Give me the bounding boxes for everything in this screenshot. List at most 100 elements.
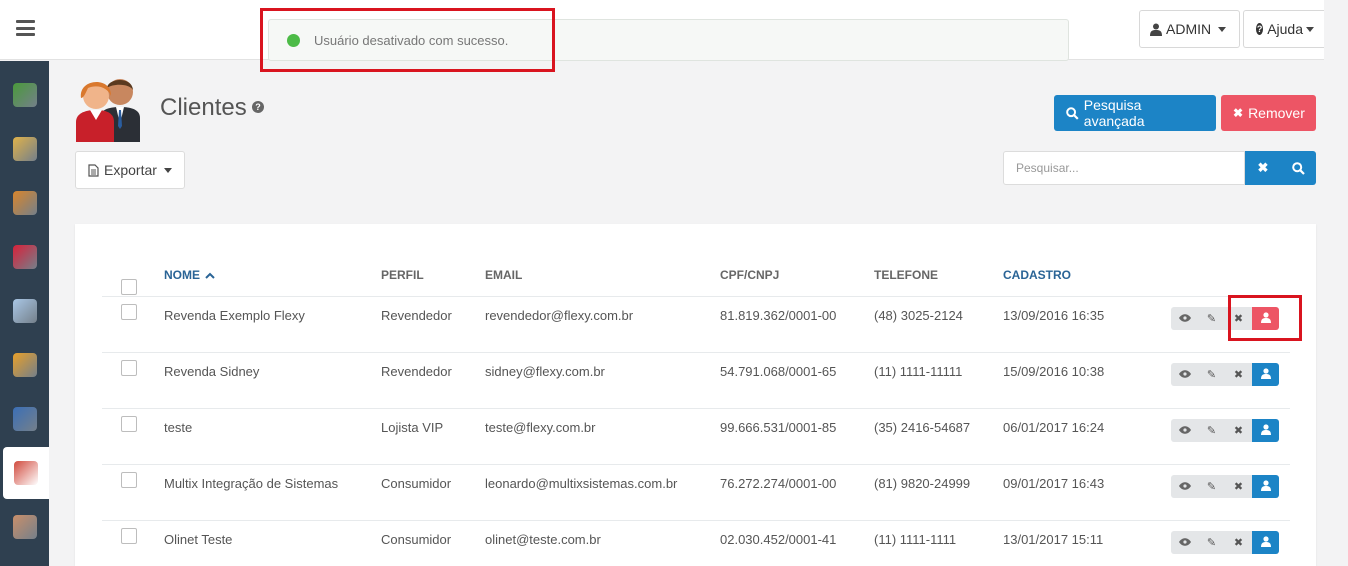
select-all-checkbox[interactable] [121,279,137,295]
header-cpf-cnpj[interactable]: CPF/CNPJ [720,268,779,282]
sidebar-item-clients[interactable] [3,447,49,499]
eye-icon [1178,369,1191,381]
deactivate-user-button[interactable] [1252,475,1279,498]
cell-perfil: Revendedor [381,308,452,323]
discount-icon [12,245,37,269]
export-button[interactable]: Exportar [75,151,185,189]
eye-icon [1178,537,1191,549]
edit-button[interactable]: ✎ [1198,475,1225,498]
cell-nome: Revenda Exemplo Flexy [164,308,305,323]
search-icon [1066,106,1079,120]
pencil-icon: ✎ [1206,537,1217,549]
header-nome[interactable]: NOME [164,268,216,282]
help-menu-button[interactable]: ? Ajuda [1243,10,1324,48]
row-checkbox[interactable] [121,304,137,320]
sidebar-item-payment-card[interactable] [0,285,49,337]
deactivate-user-button[interactable] [1252,531,1279,554]
view-button[interactable] [1171,363,1198,386]
row-checkbox[interactable] [121,360,137,376]
remove-label: Remover [1248,105,1305,121]
sidebar [0,61,49,566]
view-button[interactable] [1171,475,1198,498]
cell-perfil: Consumidor [381,532,452,547]
clear-search-button[interactable]: ✖ [1245,151,1281,185]
eye-icon [1178,425,1191,437]
store-icon [12,137,37,161]
remove-button[interactable]: ✖ Remover [1221,95,1316,131]
row-divider [102,352,1290,353]
sidebar-item-document[interactable] [0,393,49,445]
admin-menu-button[interactable]: ADMIN [1139,10,1240,48]
eye-icon [1178,481,1191,493]
advanced-search-button[interactable]: Pesquisa avançada [1054,95,1216,131]
header-email[interactable]: EMAIL [485,268,522,282]
chevron-down-icon [1306,26,1314,32]
user-icon [12,515,37,539]
view-button[interactable] [1171,531,1198,554]
pencil-icon: ✎ [1206,369,1217,381]
close-icon: ✖ [1233,313,1244,325]
cell-email: leonardo@multixsistemas.com.br [485,476,678,491]
search-icon [1292,161,1305,175]
cell-cadastro: 13/01/2017 15:11 [1003,532,1104,547]
cell-cadastro: 13/09/2016 16:35 [1003,308,1105,323]
view-button[interactable] [1171,419,1198,442]
success-notification: Usuário desativado com sucesso. [268,19,1069,61]
cell-nome: teste [164,420,193,435]
advanced-search-label: Pesquisa avançada [1083,97,1145,129]
menu-toggle-icon[interactable] [16,20,35,36]
row-divider [102,296,1290,297]
chevron-up-icon [205,272,216,279]
delete-button[interactable]: ✖ [1225,475,1252,498]
cell-nome: Multix Integração de Sistemas [164,476,339,491]
pencil-icon: ✎ [1206,313,1217,325]
cell-cadastro: 06/01/2017 16:24 [1003,420,1105,435]
view-button[interactable] [1171,307,1198,330]
search-button[interactable] [1281,151,1316,185]
header-telefone[interactable]: TELEFONE [874,268,938,282]
edit-button[interactable]: ✎ [1198,419,1225,442]
success-dot-icon [287,33,300,47]
sidebar-item-delivery-truck[interactable] [0,339,49,391]
row-checkbox[interactable] [121,472,137,488]
cell-email: sidney@flexy.com.br [485,364,605,379]
edit-button[interactable]: ✎ [1198,531,1225,554]
sidebar-item-discount[interactable] [0,231,49,283]
delete-button[interactable]: ✖ [1225,307,1252,330]
search-bar: ✖ [1003,151,1316,185]
edit-button[interactable]: ✎ [1198,307,1225,330]
deactivate-user-button[interactable] [1252,363,1279,386]
user-icon [1260,479,1271,494]
close-icon: ✖ [1233,369,1244,381]
row-divider [102,520,1290,521]
search-input[interactable] [1003,151,1245,185]
cell-cadastro: 09/01/2017 16:43 [1003,476,1105,491]
cell-cadastro: 15/09/2016 10:38 [1003,364,1105,379]
top-navbar: Usuário desativado com sucesso. ADMIN ? … [0,0,1324,61]
row-checkbox[interactable] [121,416,137,432]
deactivate-user-button[interactable] [1252,419,1279,442]
delete-button[interactable]: ✖ [1225,363,1252,386]
document-icon [88,163,99,177]
boxes-icon [12,191,37,215]
header-perfil[interactable]: PERFIL [381,268,424,282]
sidebar-item-user[interactable] [0,501,49,553]
delete-button[interactable]: ✖ [1225,531,1252,554]
row-checkbox[interactable] [121,528,137,544]
cell-cpf: 54.791.068/0001-65 [720,364,837,379]
activate-user-button[interactable] [1252,307,1279,330]
cell-cpf: 81.819.362/0001-00 [720,308,837,323]
question-circle-icon[interactable]: ? [252,101,264,113]
sidebar-item-boxes[interactable] [0,177,49,229]
clients-table-card [75,224,1316,566]
payment-card-icon [12,299,37,323]
delete-button[interactable]: ✖ [1225,419,1252,442]
sidebar-item-database[interactable] [0,69,49,121]
admin-label: ADMIN [1166,21,1212,37]
cell-email: revendedor@flexy.com.br [485,308,634,323]
edit-button[interactable]: ✎ [1198,363,1225,386]
sidebar-item-store[interactable] [0,123,49,175]
clients-icon [14,461,38,485]
close-icon: ✖ [1233,537,1244,549]
header-cadastro[interactable]: CADASTRO [1003,268,1071,282]
